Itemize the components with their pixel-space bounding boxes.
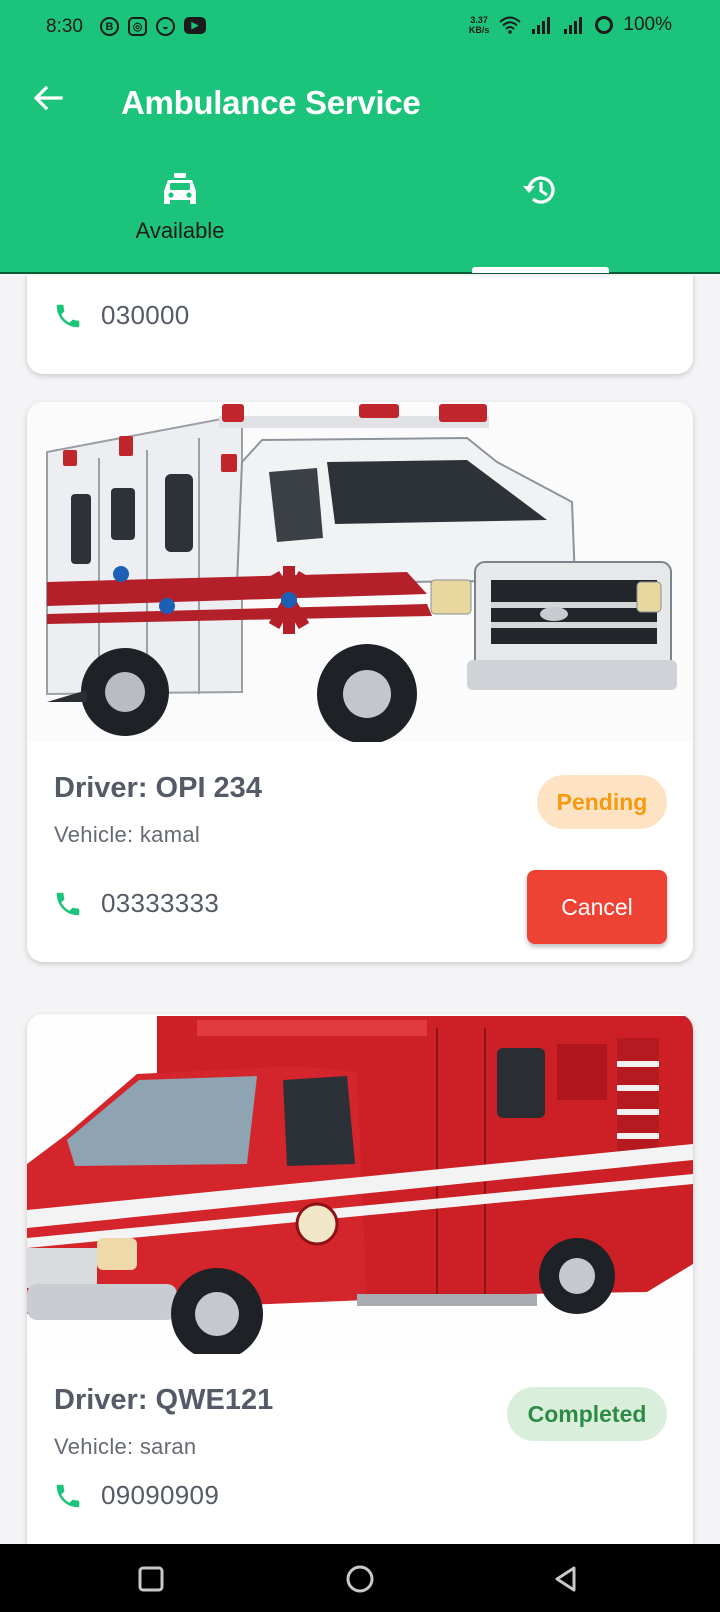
back-button[interactable]	[28, 78, 68, 118]
network-speed-value: 3.37	[470, 15, 488, 25]
back-arrow-icon	[33, 85, 63, 111]
status-indicators: 3.37 KB/s 100%	[469, 14, 672, 36]
phone-number: 03333333	[101, 888, 220, 918]
vehicle-name: Vehicle: kamal	[54, 822, 201, 847]
ambulance-image	[27, 1014, 693, 1354]
history-icon	[523, 176, 555, 204]
taxi-icon	[164, 173, 196, 204]
app-bar: Ambulance Service Available	[0, 56, 720, 274]
system-nav-bar	[0, 1544, 720, 1612]
youtube-icon: ▶	[184, 17, 206, 34]
tab-indicator	[472, 267, 609, 273]
phone-row[interactable]: 030000	[53, 300, 190, 331]
vehicle-name: Vehicle: saran	[54, 1434, 197, 1459]
page-title: Ambulance Service	[121, 84, 421, 121]
phone-row[interactable]: 03333333	[53, 888, 219, 919]
home-button[interactable]	[342, 1561, 378, 1597]
tab-available-label: Available	[135, 218, 225, 243]
network-speed-unit: KB/s	[468, 25, 490, 35]
wifi-icon	[499, 16, 522, 34]
phone-icon	[56, 304, 80, 327]
status-bar: 8:30 B ◎ ◒ ▶ 3.37 KB/s 100%	[0, 0, 720, 56]
battery-ring-icon	[595, 16, 614, 34]
phone-icon	[56, 892, 80, 915]
triangle-back-icon	[555, 1566, 576, 1592]
phone-row[interactable]: 09090909	[53, 1480, 219, 1511]
battery-level: 100%	[623, 14, 672, 35]
b-app-icon: B	[100, 17, 119, 36]
circle-icon	[346, 1565, 374, 1593]
status-badge: Pending	[537, 775, 667, 829]
back-nav-button[interactable]	[548, 1561, 584, 1597]
phone-icon	[56, 1484, 80, 1507]
driver-name: Driver: QWE121	[54, 1384, 274, 1416]
driver-name: Driver: OPI 234	[54, 772, 262, 804]
network-speed: 3.37 KB/s	[469, 15, 490, 35]
signal-icon-sim2	[564, 17, 583, 34]
tab-history[interactable]	[360, 168, 720, 274]
notification-icons: B ◎ ◒ ▶	[100, 17, 206, 36]
status-badge: Completed	[507, 1387, 667, 1441]
recents-button[interactable]	[133, 1561, 169, 1597]
bookings-list[interactable]: 030000 Driver: OPI 234 Vehicle: kamal Pe…	[0, 276, 720, 1544]
ambulance-image	[27, 402, 693, 742]
phone-number: 030000	[101, 300, 190, 330]
square-icon	[138, 1566, 164, 1592]
tab-available[interactable]: Available	[0, 168, 360, 274]
cancel-button[interactable]: Cancel	[527, 870, 667, 944]
instagram-icon: ◎	[128, 17, 147, 36]
chat-icon: ◒	[156, 17, 175, 36]
booking-card: 030000	[27, 276, 693, 374]
phone-number: 09090909	[101, 1480, 220, 1510]
booking-card: Driver: OPI 234 Vehicle: kamal Pending 0…	[27, 402, 693, 962]
status-time: 8:30	[46, 16, 83, 37]
booking-card: Driver: QWE121 Vehicle: saran Completed …	[27, 1014, 693, 1544]
signal-icon-sim1	[532, 17, 551, 34]
